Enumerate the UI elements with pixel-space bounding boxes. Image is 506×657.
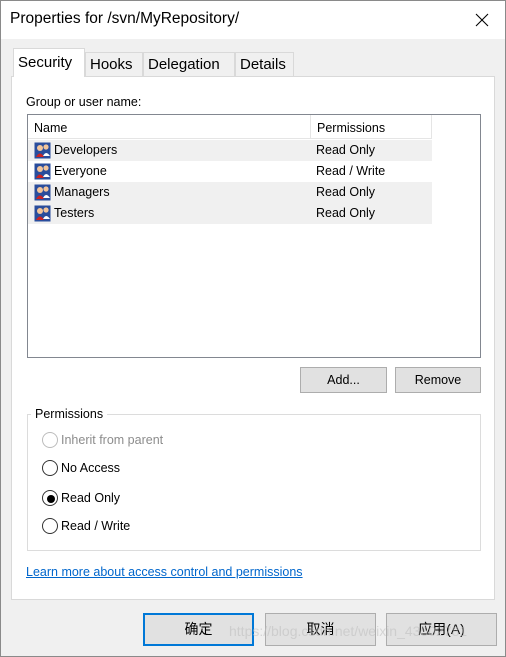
title-bar[interactable]: Properties for /svn/MyRepository/ xyxy=(1,1,505,39)
apply-button[interactable]: 应用(A) xyxy=(386,613,497,646)
radio-label: Inherit from parent xyxy=(61,433,164,447)
list-item-permission: Read Only xyxy=(316,143,376,157)
radio-label: No Access xyxy=(61,461,121,475)
permissions-group-title: Permissions xyxy=(31,407,108,421)
add-button[interactable]: Add... xyxy=(300,367,387,393)
tab-security[interactable]: Security xyxy=(13,48,85,77)
list-item[interactable]: Developers Read Only xyxy=(28,140,432,161)
cancel-button[interactable]: 取消 xyxy=(265,613,376,646)
tab-hooks[interactable]: Hooks xyxy=(85,52,143,76)
group-or-user-label: Group or user name: xyxy=(26,95,142,109)
tab-delegation[interactable]: Delegation xyxy=(143,52,235,76)
window-title: Properties for /svn/MyRepository/ xyxy=(10,10,240,27)
radio-circle xyxy=(42,460,58,476)
radio-selected-dot xyxy=(47,495,55,503)
radio-circle xyxy=(42,490,58,506)
group-icon xyxy=(34,184,51,201)
group-icon xyxy=(34,142,51,159)
list-item[interactable]: Everyone Read / Write xyxy=(28,161,432,182)
list-item-name: Everyone xyxy=(54,164,107,178)
tab-details[interactable]: Details xyxy=(235,52,294,76)
list-item[interactable]: Managers Read Only xyxy=(28,182,432,203)
list-item-name: Testers xyxy=(54,206,95,220)
list-item-name: Managers xyxy=(54,185,110,199)
column-header-permissions[interactable]: Permissions xyxy=(311,115,432,139)
close-button[interactable] xyxy=(459,1,505,39)
learn-more-link[interactable]: Learn more about access control and perm… xyxy=(26,565,303,579)
radio-label: Read / Write xyxy=(61,519,131,533)
list-item-name: Developers xyxy=(54,143,118,157)
radio-circle xyxy=(42,432,58,448)
radio-circle xyxy=(42,518,58,534)
remove-button[interactable]: Remove xyxy=(395,367,481,393)
list-item[interactable]: Testers Read Only xyxy=(28,203,432,224)
list-item-permission: Read Only xyxy=(316,185,376,199)
close-icon xyxy=(475,13,489,27)
list-item-permission: Read Only xyxy=(316,206,376,220)
properties-dialog: Properties for /svn/MyRepository/ Securi… xyxy=(0,0,506,657)
user-list[interactable]: Name Permissions Developers Read Only Ev… xyxy=(27,114,481,358)
group-icon xyxy=(34,163,51,180)
list-header: Name Permissions xyxy=(28,115,432,139)
group-icon xyxy=(34,205,51,222)
ok-button[interactable]: 确定 xyxy=(143,613,254,646)
radio-label: Read Only xyxy=(61,491,121,505)
list-item-permission: Read / Write xyxy=(316,164,386,178)
column-header-name[interactable]: Name xyxy=(28,115,311,139)
